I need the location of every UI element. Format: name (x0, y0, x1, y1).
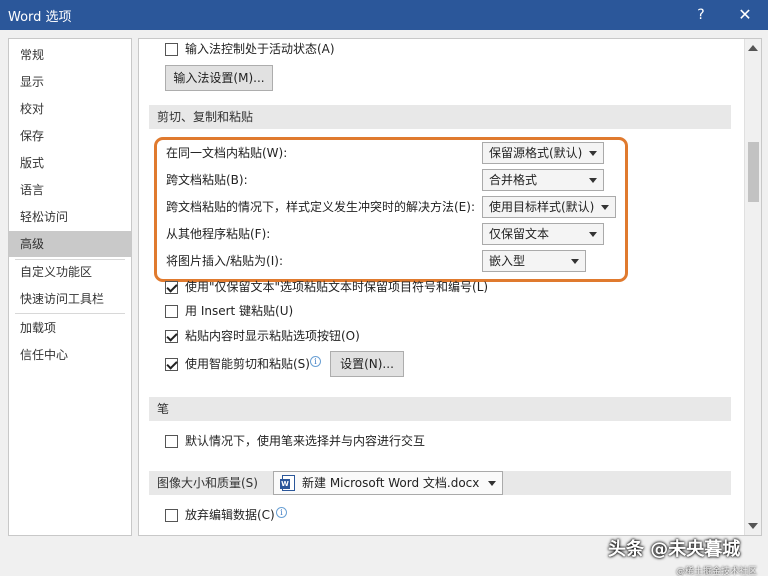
options-sidebar: 常规 显示 校对 保存 版式 语言 轻松访问 高级 自定义功能区 快速访问工具栏… (8, 38, 132, 536)
info-icon: i (310, 356, 321, 367)
insert-key-paste-checkbox[interactable] (165, 305, 178, 318)
sidebar-item-save[interactable]: 保存 (9, 123, 131, 149)
sidebar-item-layout[interactable]: 版式 (9, 150, 131, 176)
word-document-icon (280, 475, 295, 491)
window-title: Word 选项 (8, 10, 72, 25)
sidebar-divider (15, 313, 125, 314)
smart-cut-paste-checkbox[interactable] (165, 358, 178, 371)
sidebar-item-add-ins[interactable]: 加载项 (9, 315, 131, 341)
sidebar-item-accessibility[interactable]: 轻松访问 (9, 204, 131, 230)
pen-select-label: 默认情况下，使用笔来选择并与内容进行交互 (185, 434, 426, 448)
ime-settings-button[interactable]: 输入法设置(M)... (165, 65, 273, 91)
sidebar-item-language[interactable]: 语言 (9, 177, 131, 203)
show-paste-options-label: 粘贴内容时显示粘贴选项按钮(O) (185, 329, 360, 343)
pen-select-checkbox[interactable] (165, 435, 178, 448)
info-icon: i (276, 507, 287, 518)
scroll-thumb[interactable] (748, 142, 759, 202)
scroll-up-icon[interactable] (748, 45, 758, 51)
smart-cut-paste-settings-button[interactable]: 设置(N)... (330, 351, 404, 377)
watermark-main: 头条 @未央暮城 (608, 539, 741, 560)
sidebar-item-quick-access-toolbar[interactable]: 快速访问工具栏 (9, 286, 131, 312)
scroll-down-icon[interactable] (748, 523, 758, 529)
help-button[interactable]: ? (686, 3, 716, 27)
sidebar-item-trust-center[interactable]: 信任中心 (9, 342, 131, 368)
ime-active-checkbox[interactable] (165, 43, 178, 56)
sidebar-item-customize-ribbon[interactable]: 自定义功能区 (9, 259, 131, 285)
keep-bullets-checkbox[interactable] (165, 281, 178, 294)
smart-cut-paste-label: 使用智能剪切和粘贴(S) (185, 357, 310, 371)
show-paste-options-checkbox[interactable] (165, 330, 178, 343)
highlight-annotation (154, 137, 628, 282)
watermark-sub: @稀土掘金技术社区 (676, 567, 758, 576)
section-header-pen: 笔 (149, 397, 731, 421)
watermark: 头条 @未央暮城 @稀土掘金技术社区 (600, 536, 768, 576)
sidebar-item-advanced[interactable]: 高级 (9, 231, 131, 257)
close-button[interactable]: ✕ (730, 3, 760, 27)
image-document-select[interactable]: 新建 Microsoft Word 文档.docx (273, 471, 503, 495)
section-header-cut-copy-paste: 剪切、复制和粘贴 (149, 105, 731, 129)
ime-active-label: 输入法控制处于活动状态(A) (185, 42, 335, 56)
image-document-value: 新建 Microsoft Word 文档.docx (302, 476, 480, 490)
insert-key-paste-label: 用 Insert 键粘贴(U) (185, 304, 294, 318)
advanced-options-panel: 输入法控制处于活动状态(A) 输入法设置(M)... 剪切、复制和粘贴 在同一文… (138, 38, 762, 536)
chevron-down-icon (488, 481, 496, 486)
vertical-scrollbar[interactable] (744, 39, 761, 535)
title-bar: Word 选项 ? ✕ (0, 0, 768, 30)
discard-edit-data-checkbox[interactable] (165, 509, 178, 522)
sidebar-item-display[interactable]: 显示 (9, 69, 131, 95)
discard-edit-data-label: 放弃编辑数据(C) (185, 508, 275, 522)
sidebar-item-proofing[interactable]: 校对 (9, 96, 131, 122)
keep-bullets-label: 使用"仅保留文本"选项粘贴文本时保留项目符号和编号(L) (185, 280, 489, 294)
sidebar-item-general[interactable]: 常规 (9, 42, 131, 68)
